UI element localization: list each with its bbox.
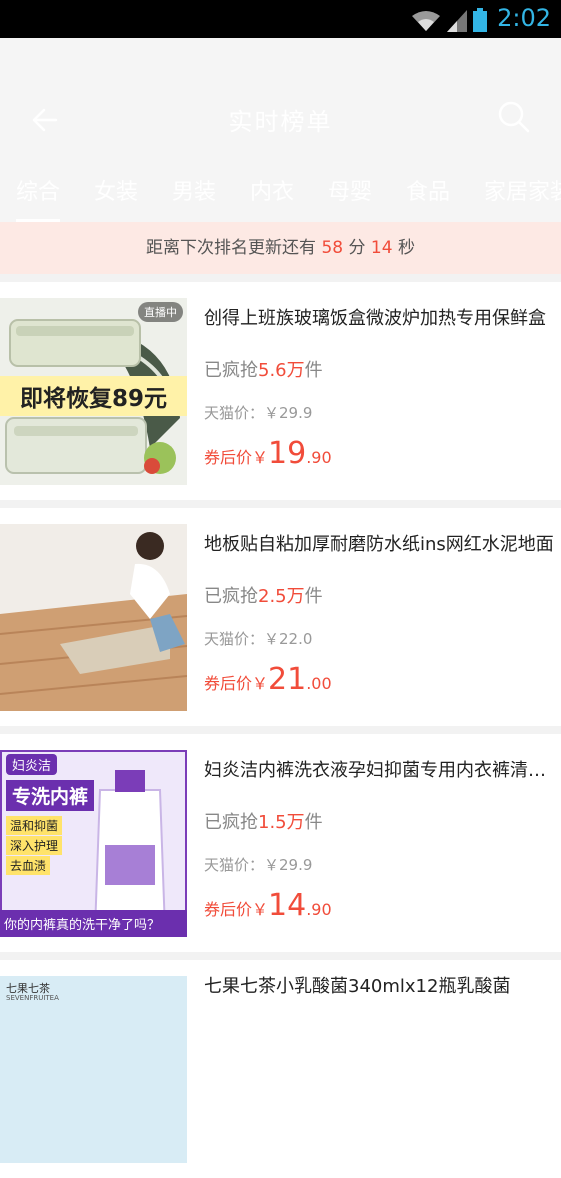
countdown-prefix: 距离下次排名更新还有 (146, 238, 322, 258)
coupon-price: 券后价￥21.00 (204, 662, 332, 697)
sold-suffix: 件 (304, 586, 323, 607)
product-item[interactable]: 即将恢复89元 直播中 创得上班族玻璃饭盒微波炉加热专用保鲜盒 已疯抢5.6万件… (0, 282, 561, 500)
product-name[interactable]: 地板贴自粘加厚耐磨防水纸ins网红水泥地面 (204, 530, 561, 556)
signal-icon (447, 10, 467, 32)
brand-sub-label: SEVENFRUITEA (6, 994, 59, 1002)
product-name[interactable]: 七果七茶小乳酸菌340mlx12瓶乳酸菌 (204, 972, 561, 998)
tab-baby[interactable]: 母婴 (328, 174, 372, 206)
category-tabs: 综合 女装 男装 内衣 母婴 食品 家居家装 (0, 168, 561, 222)
bullet-3: 去血渍 (6, 856, 51, 875)
price-integer: 21 (268, 662, 307, 697)
promo-band: 即将恢复89元 (0, 376, 187, 416)
battery-icon (473, 8, 487, 32)
product-thumbnail[interactable]: 七果七茶 SEVENFRUITEA (0, 976, 187, 1163)
product-item[interactable]: 妇炎洁 专洗内裤 温和抑菌 深入护理 去血渍 你的内裤真的洗干净了吗？ 妇炎洁内… (0, 734, 561, 952)
product-name[interactable]: 妇炎洁内裤洗衣液孕妇抑菌专用内衣裤清洗液 (204, 756, 561, 782)
bullet-1: 温和抑菌 (6, 816, 63, 835)
status-time: 2:02 (497, 4, 551, 32)
product-item[interactable]: 地板贴自粘加厚耐磨防水纸ins网红水泥地面 已疯抢2.5万件 天猫价：￥22.0… (0, 508, 561, 726)
tmall-price: 天猫价：￥22.0 (204, 630, 313, 648)
sold-count: 已疯抢2.5万件 (204, 582, 323, 608)
coupon-price-label: 券后价￥ (204, 448, 269, 467)
tab-food[interactable]: 食品 (406, 174, 450, 206)
countdown-seconds: 14 (370, 238, 393, 258)
product-name[interactable]: 创得上班族玻璃饭盒微波炉加热专用保鲜盒 (204, 304, 561, 330)
price-decimal: .90 (306, 448, 332, 467)
caption-label: 你的内裤真的洗干净了吗？ (4, 918, 161, 933)
sold-prefix: 已疯抢 (204, 360, 258, 381)
coupon-price-label: 券后价￥ (204, 674, 269, 693)
countdown-minutes: 58 (321, 238, 344, 258)
top-header: 实时榜单 综合 女装 男装 内衣 母婴 食品 家居家装 (0, 38, 561, 222)
product-thumbnail[interactable]: 即将恢复89元 直播中 (0, 298, 187, 485)
live-badge: 直播中 (138, 302, 183, 322)
sold-prefix: 已疯抢 (204, 812, 258, 833)
status-icons (411, 8, 487, 32)
sold-suffix: 件 (304, 360, 323, 381)
tab-general[interactable]: 综合 (16, 174, 61, 222)
tab-home[interactable]: 家居家装 (484, 174, 561, 206)
coupon-price: 券后价￥19.90 (204, 436, 332, 471)
tmall-price: 天猫价：￥29.9 (204, 404, 313, 422)
countdown-mid: 分 (343, 238, 371, 258)
status-bar: 2:02 (0, 0, 561, 38)
sold-number: 2.5万 (258, 586, 305, 607)
sold-number: 5.6万 (258, 360, 305, 381)
search-icon[interactable] (497, 100, 531, 134)
wifi-icon (411, 10, 441, 32)
sold-number: 1.5万 (258, 812, 305, 833)
tab-women[interactable]: 女装 (94, 174, 138, 206)
bullet-2: 深入护理 (6, 836, 63, 855)
price-decimal: .90 (306, 900, 332, 919)
tab-underwear[interactable]: 内衣 (250, 174, 294, 206)
countdown-suffix: 秒 (392, 238, 415, 258)
coupon-price: 券后价￥14.90 (204, 888, 332, 923)
product-thumbnail[interactable] (0, 524, 187, 711)
brand-label: 妇炎洁 (6, 754, 58, 775)
coupon-price-label: 券后价￥ (204, 900, 269, 919)
sold-count: 已疯抢5.6万件 (204, 356, 323, 382)
tmall-price: 天猫价：￥29.9 (204, 856, 313, 874)
price-integer: 14 (268, 888, 307, 923)
product-thumbnail[interactable]: 妇炎洁 专洗内裤 温和抑菌 深入护理 去血渍 你的内裤真的洗干净了吗？ (0, 750, 187, 937)
sold-prefix: 已疯抢 (204, 586, 258, 607)
price-integer: 19 (268, 436, 307, 471)
sold-suffix: 件 (304, 812, 323, 833)
price-decimal: .00 (306, 674, 332, 693)
headline-label: 专洗内裤 (6, 780, 95, 811)
sold-count: 已疯抢1.5万件 (204, 808, 323, 834)
ranking-countdown-banner: 距离下次排名更新还有 58 分 14 秒 (0, 222, 561, 274)
page-title: 实时榜单 (228, 108, 333, 136)
product-item[interactable]: 七果七茶 SEVENFRUITEA 七果七茶小乳酸菌340mlx12瓶乳酸菌 (0, 960, 561, 1178)
tab-men[interactable]: 男装 (172, 174, 216, 206)
